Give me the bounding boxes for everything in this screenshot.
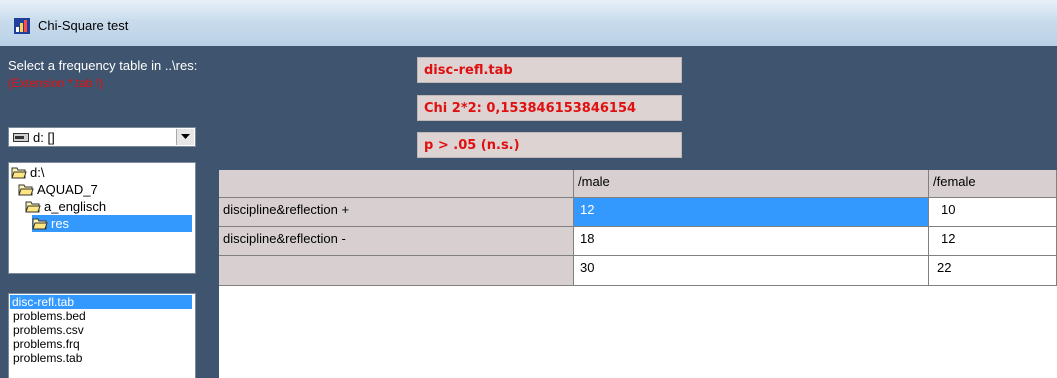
- drive-label: d: []: [33, 130, 55, 145]
- table-corner-cell: [219, 170, 574, 198]
- select-prompt: Select a frequency table in ..\res:: [8, 58, 198, 73]
- column-header-female: /female: [929, 170, 1057, 198]
- file-item[interactable]: problems.tab: [11, 351, 84, 365]
- row-header: [219, 256, 574, 286]
- file-list[interactable]: disc-refl.tab problems.bed problems.csv …: [8, 293, 196, 378]
- folder-open-icon: [18, 184, 34, 195]
- extension-hint: (Extension *.tab !): [8, 76, 104, 90]
- window-title: Chi-Square test: [38, 18, 129, 33]
- drive-select[interactable]: d: []: [8, 127, 196, 147]
- file-item[interactable]: problems.csv: [11, 323, 86, 337]
- drive-icon: [13, 133, 29, 142]
- directory-list[interactable]: d:\ AQUAD_7 a_englisch res: [8, 162, 196, 274]
- file-item-selected[interactable]: disc-refl.tab: [10, 295, 192, 309]
- folder-open-icon: [32, 218, 48, 229]
- directory-label: a_englisch: [44, 199, 107, 214]
- table-cell[interactable]: 18: [574, 227, 929, 256]
- table-cell-selected[interactable]: 12: [574, 198, 929, 227]
- table-cell[interactable]: 30: [574, 256, 929, 286]
- directory-label: AQUAD_7: [37, 182, 98, 197]
- row-header: discipline&reflection +: [219, 198, 574, 227]
- table-cell[interactable]: 10: [929, 198, 1057, 227]
- folder-open-icon: [11, 167, 27, 178]
- dropdown-button[interactable]: [176, 129, 194, 145]
- file-item[interactable]: problems.bed: [11, 309, 88, 323]
- chevron-down-icon: [181, 134, 190, 139]
- table-cell[interactable]: 12: [929, 227, 1057, 256]
- directory-item[interactable]: d:\: [11, 164, 44, 181]
- column-header-male: /male: [574, 170, 929, 198]
- directory-item[interactable]: a_englisch: [25, 198, 106, 215]
- title-bar: Chi-Square test: [0, 0, 1057, 47]
- frequency-table: /male /female discipline&reflection + 12…: [219, 170, 1057, 378]
- directory-item[interactable]: AQUAD_7: [18, 181, 98, 198]
- directory-item-selected[interactable]: res: [32, 215, 192, 232]
- main-window: Select a frequency table in ..\res: (Ext…: [0, 46, 1057, 378]
- folder-open-icon: [25, 201, 41, 212]
- directory-label: d:\: [30, 165, 45, 180]
- p-value-display: p > .05 (n.s.): [417, 132, 682, 158]
- row-header: discipline&reflection -: [219, 227, 574, 256]
- table-cell[interactable]: 22: [929, 256, 1057, 286]
- file-item[interactable]: problems.frq: [11, 337, 82, 351]
- chi-square-display: Chi 2*2: 0,153846153846154: [417, 95, 682, 121]
- directory-label: res: [51, 216, 70, 231]
- file-name-display: disc-refl.tab: [417, 57, 682, 83]
- app-icon: [14, 18, 30, 34]
